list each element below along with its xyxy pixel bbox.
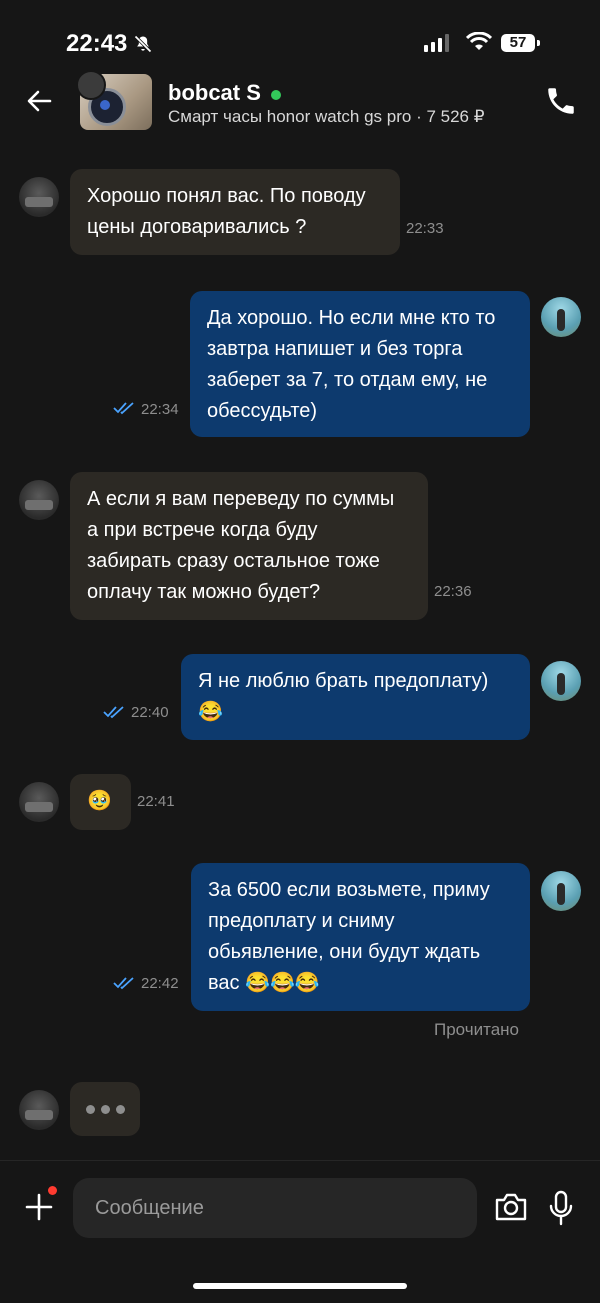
message-line: завтра напишет и без торга (207, 338, 463, 360)
message-line: Да хорошо. Но если мне кто то (207, 307, 496, 329)
wifi-icon (466, 32, 492, 50)
contact-avatar[interactable] (19, 782, 59, 822)
message-time: 22:34 (141, 401, 179, 418)
message-incoming[interactable]: 🥹 (70, 774, 131, 830)
message-line: а при встрече когда буду (87, 519, 318, 541)
message-line: цены договаривались ? (87, 216, 307, 238)
message-line: вас 😂😂😂 (208, 972, 320, 994)
read-status: Прочитано (434, 1020, 519, 1039)
divider (0, 1160, 600, 1161)
message-time: 22:40 (131, 704, 169, 721)
my-avatar (541, 661, 581, 701)
message-line: За 6500 если возьмете, приму (208, 879, 490, 901)
message-line: 😂 (198, 701, 223, 723)
message-outgoing[interactable]: Да хорошо. Но если мне кто то завтра нап… (190, 291, 530, 437)
online-status-dot (271, 90, 281, 100)
battery-icon: 57 (501, 34, 535, 52)
message-incoming[interactable]: Хорошо понял вас. По поводу цены договар… (70, 169, 400, 255)
message-incoming[interactable]: А если я вам переведу по суммы а при вст… (70, 472, 428, 620)
message-line: обьявление, они будут ждать (208, 941, 481, 963)
message-time: 22:33 (406, 220, 444, 237)
back-arrow-icon[interactable] (24, 86, 54, 116)
message-line: оплачу так можно будет? (87, 581, 321, 603)
my-avatar (541, 871, 581, 911)
contact-avatar[interactable] (19, 177, 59, 217)
message-line: Я не люблю брать предоплату) (198, 670, 489, 692)
double-check-icon (113, 977, 134, 990)
message-outgoing[interactable]: Я не люблю брать предоплату) 😂 (181, 654, 530, 740)
microphone-icon[interactable] (548, 1190, 574, 1226)
notification-dot (48, 1186, 57, 1195)
plus-icon[interactable] (24, 1192, 54, 1222)
double-check-icon (113, 402, 134, 415)
typing-indicator (70, 1082, 140, 1136)
clock: 22:43 (66, 30, 128, 57)
cellular-signal-icon (424, 34, 449, 52)
message-line: А если я вам переведу по суммы (87, 488, 395, 510)
listing-title[interactable]: Смарт часы honor watch gs pro · 7 526 ₽ (168, 107, 485, 127)
home-indicator (193, 1283, 407, 1289)
message-line: Хорошо понял вас. По поводу (87, 185, 366, 207)
contact-avatar[interactable] (19, 1090, 59, 1130)
message-input[interactable] (73, 1178, 477, 1238)
contact-name[interactable]: bobcat S (168, 80, 261, 106)
message-line: 🥹 (87, 790, 112, 812)
message-line: предоплату и сниму (208, 910, 395, 932)
phone-call-icon[interactable] (544, 84, 578, 118)
status-time: 22:43 (66, 30, 153, 58)
contact-avatar-small (76, 70, 106, 100)
contact-avatar[interactable] (19, 480, 59, 520)
message-time: 22:42 (141, 975, 179, 992)
message-line: обессудьте) (207, 400, 318, 422)
double-check-icon (103, 706, 124, 719)
message-outgoing[interactable]: За 6500 если возьмете, приму предоплату … (191, 863, 530, 1011)
bell-off-icon (134, 35, 153, 53)
message-line: забирать сразу остальное тоже (87, 550, 380, 572)
battery-tip (537, 40, 540, 46)
message-time: 22:36 (434, 583, 472, 600)
my-avatar (541, 297, 581, 337)
camera-icon[interactable] (493, 1192, 529, 1222)
message-line: заберет за 7, то отдам ему, не (207, 369, 488, 391)
message-time: 22:41 (137, 793, 175, 810)
